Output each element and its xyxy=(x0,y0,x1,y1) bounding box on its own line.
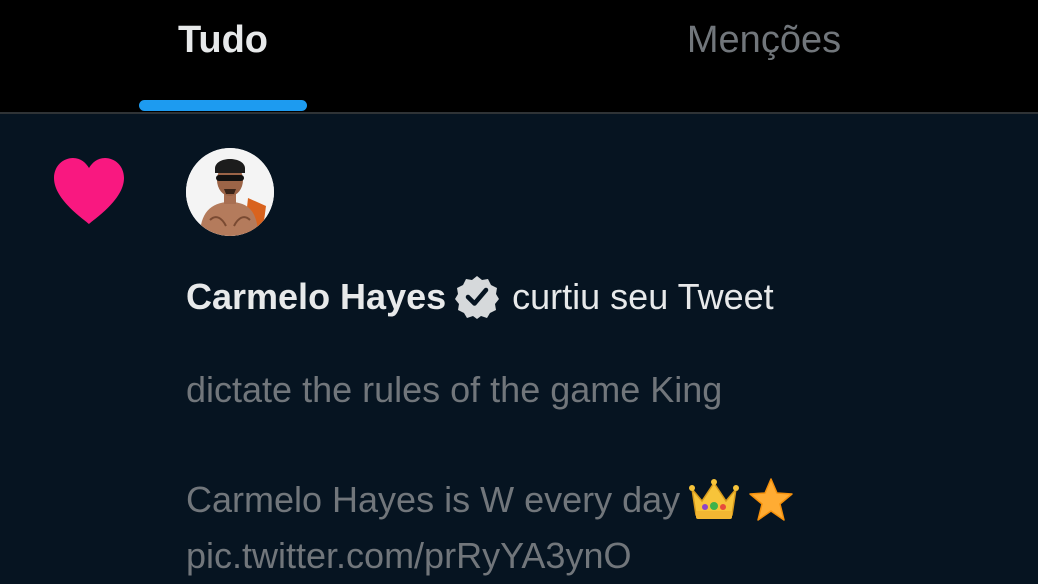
tab-all[interactable]: Tudo xyxy=(0,0,446,112)
tweet-line-2: Carmelo Hayes is W every day xyxy=(186,472,1006,528)
notification-headline: Carmelo Hayes curtiu seu Tweet xyxy=(186,274,774,320)
crown-emoji-icon xyxy=(689,479,740,519)
tweet-line-3: pic.twitter.com/prRyYA3ynO xyxy=(186,528,1006,584)
tweet-media-link[interactable]: pic.twitter.com/prRyYA3ynO xyxy=(186,528,631,584)
tweet-line-1-text: dictate the rules of the game King xyxy=(186,369,723,410)
tweet-text[interactable]: dictate the rules of the game King Carme… xyxy=(186,362,1006,584)
avatar-image xyxy=(186,148,274,236)
user-name[interactable]: Carmelo Hayes xyxy=(186,276,446,318)
active-tab-indicator xyxy=(139,100,307,111)
tweet-line-2-text: Carmelo Hayes is W every day xyxy=(186,479,681,520)
star-emoji-icon xyxy=(749,478,793,521)
avatar[interactable] xyxy=(186,148,274,236)
tweet-line-1: dictate the rules of the game King xyxy=(186,362,1006,418)
verified-badge-icon xyxy=(455,276,500,319)
like-notification[interactable]: Carmelo Hayes curtiu seu Tweet dictate t… xyxy=(0,114,1038,584)
tab-mentions-label: Menções xyxy=(686,19,842,61)
tab-mentions[interactable]: Menções xyxy=(520,0,1008,112)
tab-all-label: Tudo xyxy=(177,19,269,61)
notification-action-text: curtiu seu Tweet xyxy=(512,276,774,317)
notifications-tabbar: Tudo Menções xyxy=(0,0,1038,114)
heart-icon xyxy=(54,158,124,224)
